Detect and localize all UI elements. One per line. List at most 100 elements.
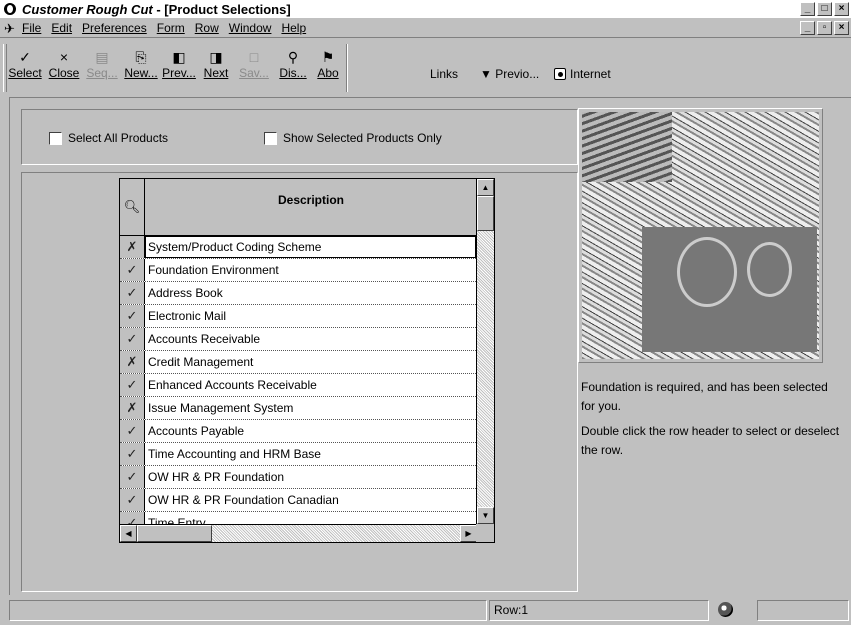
app-name: Customer Rough Cut [22, 2, 153, 17]
horizontal-scroll-thumb[interactable] [137, 525, 212, 542]
previous-button[interactable]: ◧ Prev... [162, 48, 196, 88]
close-icon: × [59, 49, 69, 65]
options-panel: Select All Products Show Selected Produc… [21, 109, 578, 165]
checkbox-box[interactable] [264, 131, 277, 145]
toolbar-separator [346, 44, 348, 92]
scroll-left-arrow-icon[interactable]: ◀ [120, 525, 137, 542]
row-header-deselected-icon[interactable]: ✗ [120, 236, 145, 258]
horizontal-scrollbar[interactable]: ◀ ▶ [120, 524, 477, 542]
instructions-text: Foundation is required, and has been sel… [581, 378, 841, 460]
sequence-icon: ▤ [95, 49, 109, 65]
menu-preferences[interactable]: Preferences [82, 21, 147, 35]
previous-icon: ◧ [172, 49, 186, 65]
scroll-up-arrow-icon[interactable]: ▲ [477, 179, 494, 196]
check-icon: ✓ [19, 49, 31, 65]
scroll-down-arrow-icon[interactable]: ▼ [477, 507, 494, 524]
about-button[interactable]: ⚑ Abo [314, 48, 342, 88]
status-row-pane: Row:1 [489, 600, 709, 621]
maximize-button[interactable]: □ [817, 2, 832, 16]
internet-icon [554, 68, 566, 80]
dropdown-arrow-icon: ▼ [480, 67, 496, 81]
menu-file[interactable]: File [22, 21, 41, 35]
grid-rows: ✗ System/Product Coding Scheme ✓ Foundatio… [120, 236, 476, 535]
next-button[interactable]: ◨ Next [200, 48, 232, 88]
help-pointer-icon: ⚑ [321, 49, 335, 65]
table-row[interactable]: ✗ Credit Management [120, 351, 476, 374]
save-button[interactable]: □ Sav... [238, 48, 270, 88]
table-row[interactable]: ✓ Time Accounting and HRM Base [120, 443, 476, 466]
row-header-check-icon[interactable]: ✓ [120, 443, 145, 465]
instruction-double-click: Double click the row header to select or… [581, 424, 840, 457]
menu-edit[interactable]: Edit [51, 21, 72, 35]
toolbar: ✓ Select × Close ▤ Seq... ⎘ New... ◧ Pre… [0, 37, 851, 97]
row-header-deselected-icon[interactable]: ✗ [120, 351, 145, 373]
minimize-button[interactable]: _ [800, 2, 815, 16]
close-window-button[interactable]: × [834, 2, 849, 16]
sequence-button[interactable]: ▤ Seq... [86, 48, 118, 88]
window-title: Customer Rough Cut - [Product Selections… [22, 2, 291, 17]
scrollbar-corner [476, 524, 494, 542]
toolbar-grip[interactable] [3, 44, 7, 92]
row-header-check-icon[interactable]: ✓ [120, 374, 145, 396]
select-all-products-checkbox[interactable]: Select All Products [49, 131, 168, 145]
new-icon: ⎘ [135, 49, 147, 65]
vertical-scroll-thumb[interactable] [477, 196, 494, 231]
internet-button[interactable]: Internet [554, 67, 611, 81]
globe-icon [718, 602, 733, 617]
row-header-deselected-icon[interactable]: ✗ [120, 397, 145, 419]
row-header-check-icon[interactable]: ✓ [120, 466, 145, 488]
child-minimize-button[interactable]: _ [800, 21, 815, 35]
instruction-required: Foundation is required, and has been sel… [581, 380, 828, 413]
child-restore-button[interactable]: ▫ [817, 21, 832, 35]
table-row[interactable]: ✓ Accounts Receivable [120, 328, 476, 351]
previous-link-dropdown[interactable]: ▼ Previo... [480, 67, 539, 81]
form-name: - [Product Selections] [152, 2, 291, 17]
scroll-right-arrow-icon[interactable]: ▶ [460, 525, 477, 542]
row-header-check-icon[interactable]: ✓ [120, 489, 145, 511]
next-icon: ◨ [209, 49, 223, 65]
select-button[interactable]: ✓ Select [8, 48, 42, 88]
menu-form[interactable]: Form [157, 21, 185, 35]
table-row[interactable]: ✓ Electronic Mail [120, 305, 476, 328]
child-window-icon[interactable]: ✈ [4, 21, 15, 37]
checkbox-box[interactable] [49, 131, 62, 145]
status-extra-pane [757, 600, 849, 621]
grid-header: 🔍︎ Description [120, 179, 476, 236]
title-bar: Customer Rough Cut - [Product Selections… [0, 0, 851, 19]
row-header-check-icon[interactable]: ✓ [120, 305, 145, 327]
show-selected-only-checkbox[interactable]: Show Selected Products Only [264, 131, 442, 145]
table-row[interactable]: ✓ Foundation Environment [120, 259, 476, 282]
menu-window[interactable]: Window [229, 21, 272, 35]
child-window-controls: _ ▫ × [800, 21, 849, 35]
row-header-check-icon[interactable]: ✓ [120, 328, 145, 350]
menu-row[interactable]: Row [195, 21, 219, 35]
menu-help[interactable]: Help [281, 21, 306, 35]
table-row[interactable]: ✗ System/Product Coding Scheme [120, 236, 476, 259]
table-row[interactable]: ✓ OW HR & PR Foundation [120, 466, 476, 489]
links-menu[interactable]: Links [430, 67, 458, 81]
child-close-button[interactable]: × [834, 21, 849, 35]
vertical-scrollbar[interactable]: ▲ ▼ [476, 179, 494, 524]
save-icon: □ [249, 49, 259, 65]
row-header-check-icon[interactable]: ✓ [120, 259, 145, 281]
product-grid[interactable]: 🔍︎ Description ✗ System/Product Coding Sc… [119, 178, 495, 543]
decorative-image [578, 108, 823, 363]
display-icon: ⚲ [287, 49, 299, 65]
menu-bar: ✈ File Edit Preferences Form Row Window … [0, 19, 851, 37]
close-button[interactable]: × Close [46, 48, 82, 88]
table-row[interactable]: ✓ OW HR & PR Foundation Canadian [120, 489, 476, 512]
table-row[interactable]: ✗ Issue Management System [120, 397, 476, 420]
new-button[interactable]: ⎘ New... [124, 48, 158, 88]
table-row[interactable]: ✓ Address Book [120, 282, 476, 305]
app-icon[interactable] [4, 3, 16, 15]
row-header-check-icon[interactable]: ✓ [120, 282, 145, 304]
grid-panel: 🔍︎ Description ✗ System/Product Coding Sc… [21, 172, 578, 592]
search-icon[interactable]: 🔍︎ [120, 179, 145, 235]
column-header-description[interactable]: Description [146, 193, 476, 207]
table-row[interactable]: ✓ Accounts Payable [120, 420, 476, 443]
table-row[interactable]: ✓ Enhanced Accounts Receivable [120, 374, 476, 397]
window-controls: _ □ × [800, 2, 849, 16]
sheet-music-people-image [582, 112, 819, 359]
row-header-check-icon[interactable]: ✓ [120, 420, 145, 442]
display-button[interactable]: ⚲ Dis... [276, 48, 310, 88]
